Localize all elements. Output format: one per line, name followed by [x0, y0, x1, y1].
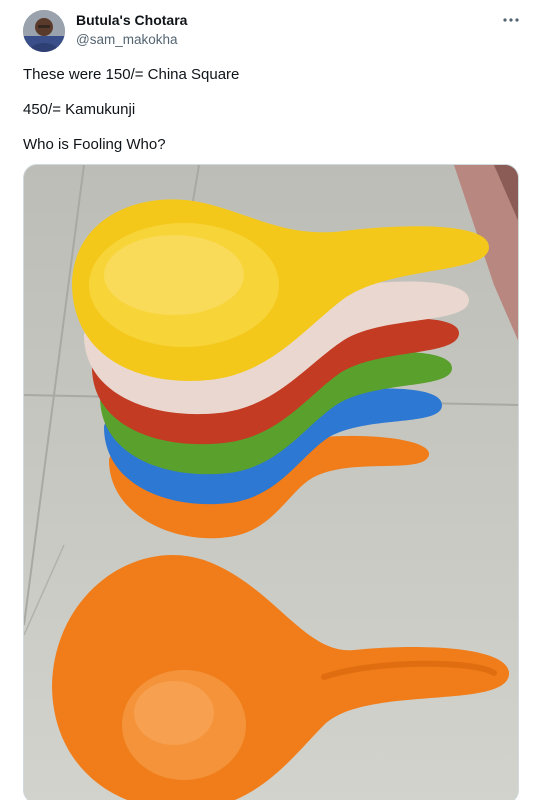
tweet-text-line-1: These were 150/= China Square: [23, 66, 240, 83]
stacked-scoops-image: [24, 165, 518, 800]
author-display-name[interactable]: Butula's Chotara: [76, 12, 187, 28]
author-handle[interactable]: @sam_makokha: [76, 32, 178, 47]
more-options-icon[interactable]: [500, 12, 522, 28]
tweet-text-line-3: Who is Fooling Who?: [23, 136, 166, 153]
user-avatar-icon: [23, 10, 65, 52]
author-avatar[interactable]: [23, 10, 65, 52]
tweet-card: Butula's Chotara @sam_makokha These were…: [0, 0, 541, 800]
tweet-text-line-2: 450/= Kamukunji: [23, 101, 136, 118]
tweet-media-photo[interactable]: [23, 164, 519, 800]
